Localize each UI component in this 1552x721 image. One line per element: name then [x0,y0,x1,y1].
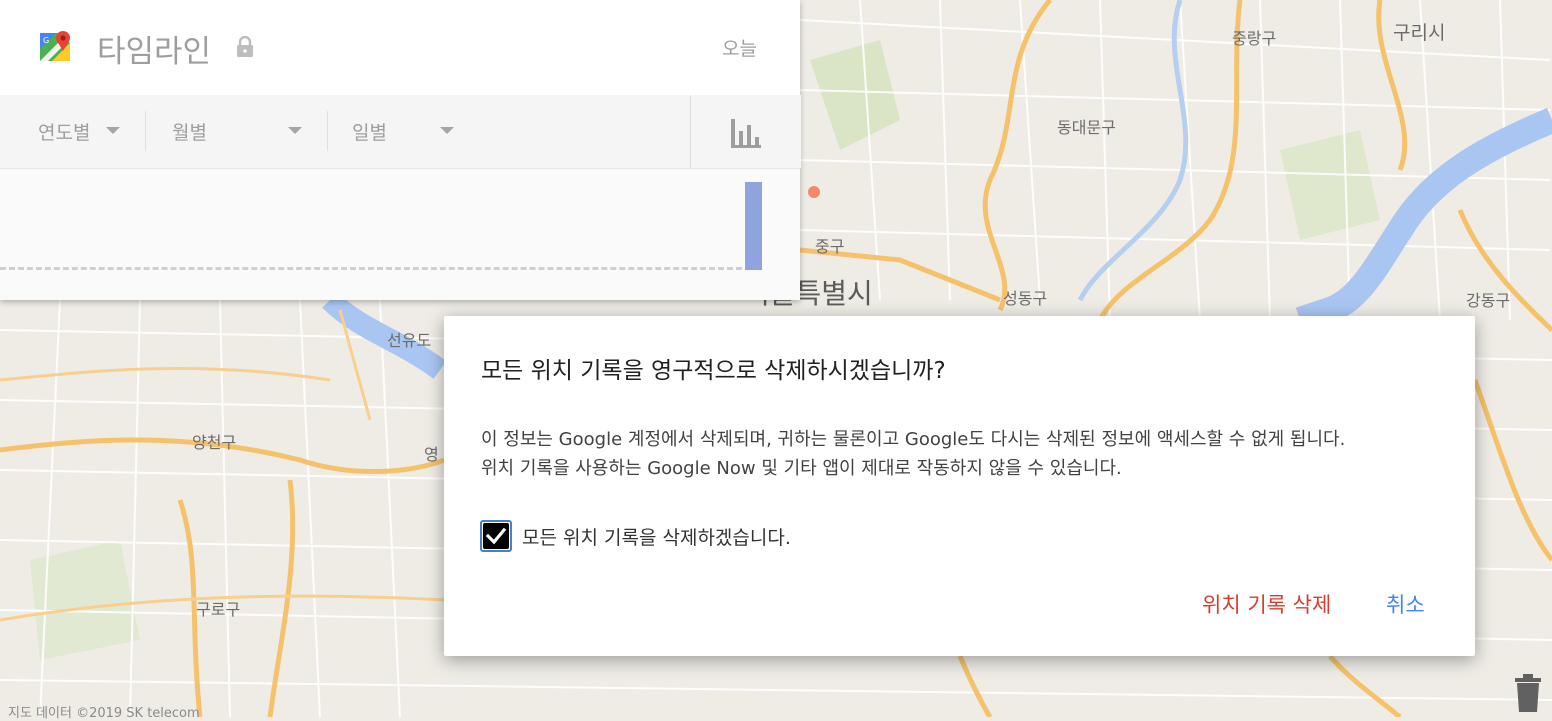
confirm-delete-option[interactable]: 모든 위치 기록을 삭제하겠습니다. [480,518,791,554]
delete-history-button[interactable]: 위치 기록 삭제 [1202,589,1331,619]
cancel-button[interactable]: 취소 [1386,589,1425,619]
map-label-dongdaemun: 동대문구 [1057,118,1116,137]
delete-history-dialog: 모든 위치 기록을 영구적으로 삭제하시겠습니까? 이 정보는 Google 계… [444,316,1475,656]
caret-down-icon [106,127,120,134]
timeline-bar[interactable] [745,182,762,270]
caret-down-icon [440,127,454,134]
day-dropdown-label: 일별 [352,122,387,144]
confirm-checkbox-label[interactable]: 모든 위치 기록을 삭제하겠습니다. [522,523,791,550]
timeline-header: G 타임라인 오늘 [0,0,800,95]
confirm-checkbox[interactable] [480,520,512,552]
dialog-message-line2: 위치 기록을 사용하는 Google Now 및 기타 앱이 제대로 작동하지 … [481,458,1122,479]
year-dropdown-label: 연도별 [38,122,91,144]
delete-all-button[interactable] [1508,666,1548,714]
caret-down-icon [288,127,302,134]
map-label-guro: 구로구 [196,600,240,619]
map-label-yeong: 영 [424,445,439,464]
day-dropdown[interactable]: 일별 [352,95,462,168]
timeline-chart-area[interactable] [0,169,800,300]
bar-chart-icon [731,119,761,148]
dialog-message-line1: 이 정보는 Google 계정에서 삭제되며, 귀하는 물론이고 Google도… [481,429,1346,450]
map-label-jungnang: 중랑구 [1232,29,1276,48]
divider [145,111,146,151]
map-label-gangdong: 강동구 [1466,291,1510,310]
month-dropdown[interactable]: 월별 [172,95,307,168]
year-dropdown[interactable]: 연도별 [38,95,128,168]
trash-icon [1515,674,1541,712]
timeline-baseline [0,267,742,270]
google-maps-icon: G [40,31,70,61]
checkmark-icon [485,527,507,545]
svg-text:G: G [43,36,49,45]
chart-toggle-button[interactable] [690,95,801,168]
today-button[interactable]: 오늘 [722,34,757,61]
dialog-title: 모든 위치 기록을 영구적으로 삭제하시겠습니까? [481,358,946,384]
map-label-seongdong: 성동구 [1003,289,1047,308]
map-label-seonyudo: 선유도 [387,331,431,350]
month-dropdown-label: 월별 [172,122,207,144]
map-label-yangcheon: 양천구 [192,433,236,452]
lock-icon [237,36,253,57]
divider [327,111,328,151]
date-filter-bar: 연도별 월별 일별 [0,95,801,169]
map-label-guri: 구리시 [1393,22,1445,44]
location-dot [808,186,820,198]
timeline-panel: G 타임라인 오늘 연도별 월별 일별 [0,0,801,300]
timeline-title: 타임라인 [97,34,212,70]
map-copyright: 지도 데이터 ©2019 SK telecom [8,706,200,721]
checkbox-fill [483,523,509,549]
map-label-junggu: 중구 [815,237,844,256]
